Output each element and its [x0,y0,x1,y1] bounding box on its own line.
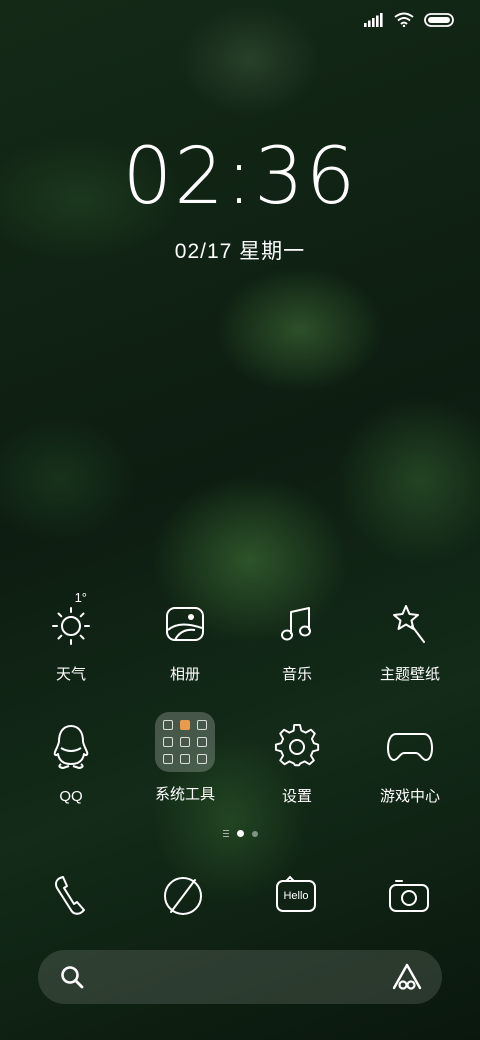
camera-icon [389,880,429,912]
folder-icon [155,712,215,772]
app-qq[interactable]: QQ [16,718,126,806]
lockscreen-date: 02/17 星期一 [174,240,306,263]
gamepad-icon [387,733,433,761]
app-music[interactable]: 音乐 [242,596,352,684]
app-label: 主题壁纸 [379,666,440,683]
status-bar [364,12,454,27]
weather-sun-icon [52,607,90,645]
app-label: 天气 [55,666,86,683]
dock-phone[interactable] [36,868,106,924]
messages-icon-text: Hello [283,890,309,902]
dock-browser[interactable] [148,868,218,924]
assistant-icon[interactable] [392,963,422,991]
app-weather[interactable]: 1° 天气 [16,590,126,684]
page-dot-active [236,830,244,837]
lockscreen-clock: 02:36 [122,132,358,222]
messages-icon: Hello [276,875,316,912]
app-game-center[interactable]: 游戏中心 [355,718,465,806]
weather-temperature: 1° [74,590,87,605]
browser-compass-icon [164,877,202,915]
app-folder-system-tools[interactable]: 系统工具 [130,712,240,804]
app-label: QQ [59,788,83,805]
app-themes[interactable]: 主题壁纸 [355,596,465,684]
battery-icon [424,12,454,27]
page-dot [251,830,258,837]
music-note-icon [281,607,311,641]
app-label: 系统工具 [154,786,215,803]
search-bar[interactable] [38,950,442,1004]
app-label: 相册 [169,666,200,683]
app-label: 游戏中心 [379,788,440,805]
page-list-icon [222,830,229,837]
dock-messages[interactable]: Hello [261,868,331,924]
page-indicator[interactable] [0,830,480,837]
qq-penguin-icon [53,725,89,769]
wifi-icon [394,12,414,27]
app-label: 设置 [281,788,312,805]
app-settings[interactable]: 设置 [242,718,352,806]
app-label: 音乐 [281,666,312,683]
gear-icon [274,723,320,767]
signal-icon [364,12,383,27]
theme-wand-icon [393,605,425,643]
phone-icon [55,876,85,915]
gallery-icon [166,607,204,641]
dock-camera[interactable] [374,868,444,924]
search-icon[interactable] [59,964,85,990]
app-gallery[interactable]: 相册 [130,596,240,684]
